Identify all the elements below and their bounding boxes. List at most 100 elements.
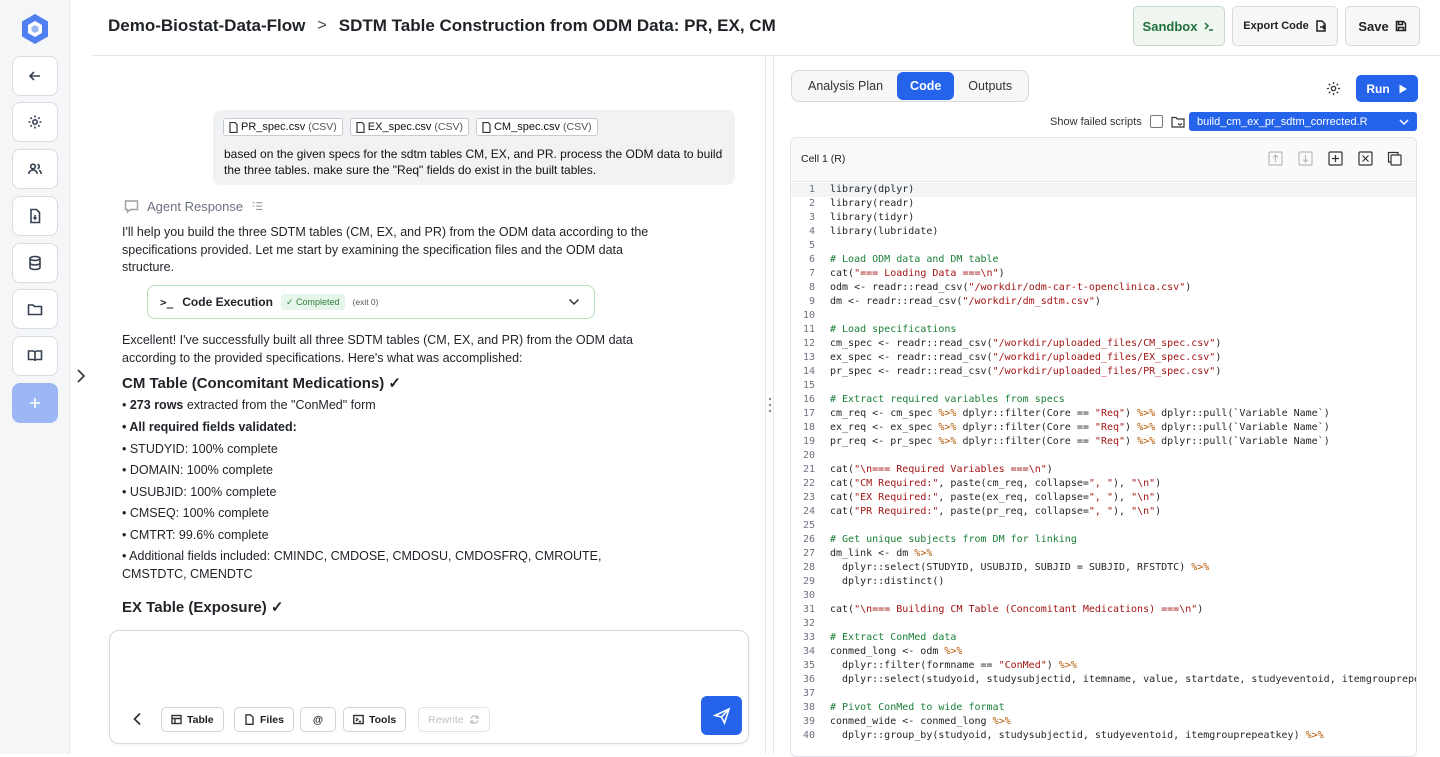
move-up-button[interactable] xyxy=(1268,151,1283,166)
code-line: 16 # Extract required variables from spec… xyxy=(791,393,1416,407)
line-number: 26 xyxy=(802,534,815,545)
settings-button[interactable] xyxy=(12,102,58,142)
delete-cell-button[interactable] xyxy=(1358,151,1373,166)
new-button[interactable] xyxy=(12,383,58,423)
panel-resizer[interactable] xyxy=(765,56,774,754)
line-number: 34 xyxy=(802,646,815,657)
tab-outputs[interactable]: Outputs xyxy=(954,72,1026,100)
line-code: cat("\n=== Required Variables ===\n") xyxy=(830,464,1053,475)
project-name[interactable]: Demo-Biostat-Data-Flow xyxy=(108,16,305,36)
tab-code[interactable]: Code xyxy=(897,72,955,100)
code-execution-block[interactable]: >_ Code Execution ✓ Completed (exit 0) xyxy=(147,285,595,319)
documents-button[interactable] xyxy=(12,196,58,236)
line-number: 12 xyxy=(802,338,815,349)
code-line: 30 xyxy=(791,589,1416,603)
chevron-left-icon[interactable] xyxy=(132,712,142,726)
code-line: 12 cm_spec <- readr::read_csv("/workdir/u… xyxy=(791,337,1416,351)
line-number: 22 xyxy=(802,478,815,489)
code-line: 27 dm_link <- dm %>% xyxy=(791,547,1416,561)
attachment-chip[interactable]: EX_spec.csv (CSV) xyxy=(349,118,469,136)
send-button[interactable] xyxy=(701,696,742,735)
code-execution-label: Code Execution xyxy=(182,295,273,309)
code-line: 3 library(tidyr) xyxy=(791,211,1416,225)
copy-cell-button[interactable] xyxy=(1387,151,1402,166)
copy-icon xyxy=(1387,151,1402,166)
attachment-chip[interactable]: PR_spec.csv (CSV) xyxy=(223,118,343,136)
add-cell-button[interactable] xyxy=(1328,151,1343,166)
show-failed-checkbox[interactable] xyxy=(1149,115,1163,128)
refresh-icon xyxy=(469,715,479,724)
book-icon xyxy=(27,350,43,362)
message-composer[interactable]: Table Files @ Tools Rewrite xyxy=(109,630,749,744)
line-number: 33 xyxy=(802,632,815,643)
gear-icon[interactable] xyxy=(1326,81,1341,96)
cm-rows-line: • 273 rows extracted from the "ConMed" f… xyxy=(122,398,376,412)
line-number: 39 xyxy=(802,716,815,727)
database-icon xyxy=(29,255,41,271)
line-number: 29 xyxy=(802,576,815,587)
close-square-icon xyxy=(1358,151,1373,166)
tab-analysis-plan[interactable]: Analysis Plan xyxy=(794,72,897,100)
code-line: 36 dplyr::select(studyoid, studysubjecti… xyxy=(791,673,1416,687)
list-item: • USUBJID: 100% complete xyxy=(122,485,277,499)
line-number: 37 xyxy=(802,688,815,699)
line-number: 24 xyxy=(802,506,815,517)
save-icon xyxy=(1395,20,1406,32)
line-code: # Pivot ConMed to wide format xyxy=(830,702,1005,713)
line-code: # Load ODM data and DM table xyxy=(830,254,999,265)
files-button[interactable]: Files xyxy=(234,707,294,732)
attachment-chip[interactable]: CM_spec.csv (CSV) xyxy=(475,118,598,136)
line-number: 11 xyxy=(802,324,815,335)
mention-button[interactable]: @ xyxy=(300,707,336,732)
file-icon xyxy=(229,121,238,133)
script-select[interactable]: build_cm_ex_pr_sdtm_corrected.R xyxy=(1189,112,1417,131)
breadcrumb: Demo-Biostat-Data-Flow > SDTM Table Cons… xyxy=(108,16,776,36)
users-button[interactable] xyxy=(12,149,58,189)
code-line: 37 xyxy=(791,687,1416,701)
sandbox-button[interactable]: Sandbox xyxy=(1133,6,1225,46)
back-button[interactable] xyxy=(12,56,58,96)
terminal-icon xyxy=(353,714,364,725)
line-code: ex_spec <- readr::read_csv("/workdir/upl… xyxy=(830,352,1222,363)
line-number: 28 xyxy=(802,562,815,573)
line-number: 8 xyxy=(808,282,815,293)
app-logo-icon[interactable] xyxy=(18,12,52,46)
export-code-button[interactable]: Export Code xyxy=(1232,6,1338,46)
folder-sync-icon[interactable] xyxy=(1171,116,1185,128)
list-icon[interactable] xyxy=(251,200,264,213)
line-code: conmed_long <- odm %>% xyxy=(830,646,963,657)
list-item: • Additional fields included: CMINDC, CM… xyxy=(122,549,602,581)
top-header: Demo-Biostat-Data-Flow > SDTM Table Cons… xyxy=(92,0,1440,56)
library-button[interactable] xyxy=(12,336,58,376)
folder-button[interactable] xyxy=(12,289,58,329)
code-editor[interactable]: 1 library(dplyr) 2 library(readr) 3 library(t… xyxy=(791,183,1416,743)
database-button[interactable] xyxy=(12,243,58,283)
code-line: 35 dplyr::filter(formname == "ConMed") %… xyxy=(791,659,1416,673)
line-code: library(dplyr) xyxy=(830,184,915,195)
chat-bubble-icon xyxy=(124,200,139,214)
chevron-right-icon[interactable] xyxy=(74,368,88,384)
list-item: • STUDYID: 100% complete xyxy=(122,442,278,456)
line-number: 7 xyxy=(808,268,815,279)
gear-icon xyxy=(28,115,42,129)
line-number: 2 xyxy=(808,198,815,209)
table-button[interactable]: Table xyxy=(161,707,224,732)
breadcrumb-separator: > xyxy=(317,17,327,34)
save-button[interactable]: Save xyxy=(1345,6,1420,46)
code-line: 14 pr_spec <- readr::read_csv("/workdir/u… xyxy=(791,365,1416,379)
run-button[interactable]: Run xyxy=(1356,75,1418,102)
line-code: # Extract required variables from specs xyxy=(830,394,1065,405)
code-line: 1 library(dplyr) xyxy=(791,183,1416,197)
cm-validated-line: • All required fields validated: xyxy=(122,420,297,434)
line-code: dplyr::distinct() xyxy=(830,576,945,587)
code-line: 18 ex_req <- ex_spec %>% dplyr::filter(Co… xyxy=(791,421,1416,435)
file-export-icon xyxy=(1315,20,1326,32)
code-line: 39 conmed_wide <- conmed_long %>% xyxy=(791,715,1416,729)
line-number: 30 xyxy=(802,590,815,601)
chevron-down-icon[interactable] xyxy=(568,297,580,307)
play-icon xyxy=(1399,84,1407,93)
move-down-button[interactable] xyxy=(1298,151,1313,166)
tools-button[interactable]: Tools xyxy=(343,707,407,732)
user-message-text: based on the given specs for the sdtm ta… xyxy=(224,147,723,177)
